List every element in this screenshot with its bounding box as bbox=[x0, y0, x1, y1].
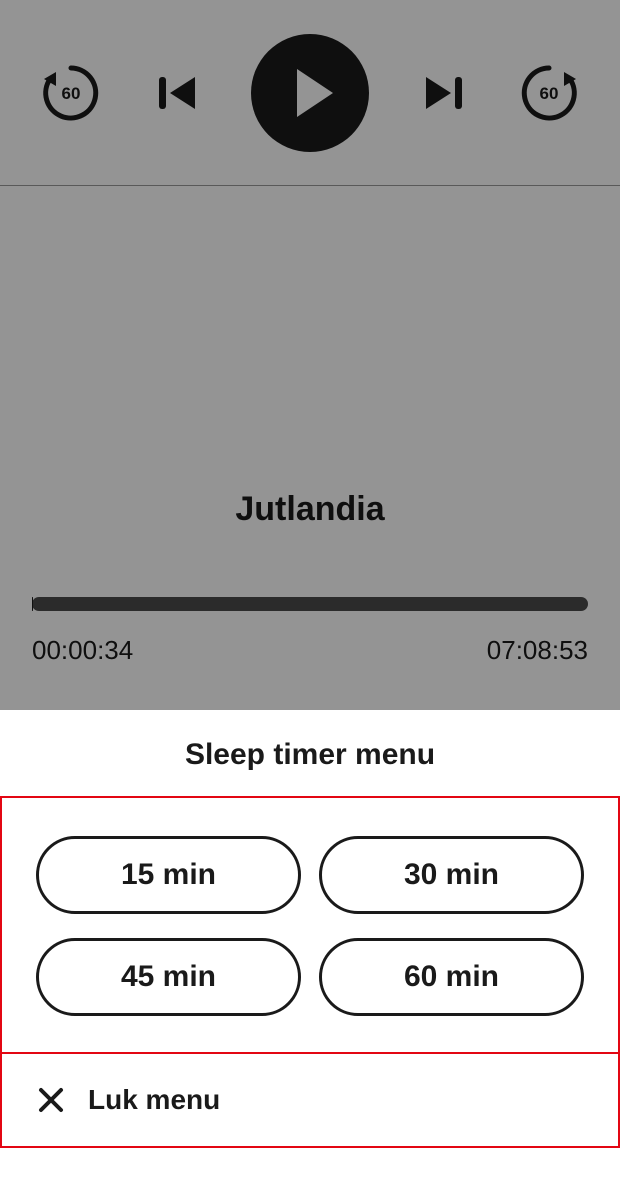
previous-track-button[interactable] bbox=[151, 67, 203, 119]
elapsed-time: 00:00:34 bbox=[32, 635, 133, 666]
rewind-icon: 60 bbox=[40, 62, 102, 124]
player-content: Jutlandia 00:00:34 07:08:53 bbox=[0, 186, 620, 710]
time-row: 00:00:34 07:08:53 bbox=[32, 635, 588, 666]
timer-option-45[interactable]: 45 min bbox=[36, 938, 301, 1016]
svg-text:60: 60 bbox=[540, 84, 559, 103]
next-track-button[interactable] bbox=[418, 67, 470, 119]
sleep-timer-sheet: Sleep timer menu 15 min 30 min 45 min 60… bbox=[0, 710, 620, 1148]
close-icon bbox=[36, 1085, 66, 1115]
progress-bar[interactable] bbox=[32, 597, 588, 611]
total-time: 07:08:53 bbox=[487, 635, 588, 666]
player-controls-bar: 60 60 bbox=[0, 0, 620, 186]
timer-option-30[interactable]: 30 min bbox=[319, 836, 584, 914]
rewind-60-button[interactable]: 60 bbox=[40, 62, 102, 124]
play-button[interactable] bbox=[251, 34, 369, 152]
play-icon bbox=[297, 69, 333, 117]
forward-60-button[interactable]: 60 bbox=[518, 62, 580, 124]
close-menu-label: Luk menu bbox=[88, 1084, 220, 1116]
svg-text:60: 60 bbox=[62, 84, 81, 103]
timer-options-container: 15 min 30 min 45 min 60 min bbox=[0, 796, 620, 1054]
sheet-title: Sleep timer menu bbox=[0, 710, 620, 796]
skip-previous-icon bbox=[155, 71, 199, 115]
skip-next-icon bbox=[422, 71, 466, 115]
timer-option-60[interactable]: 60 min bbox=[319, 938, 584, 1016]
timer-option-15[interactable]: 15 min bbox=[36, 836, 301, 914]
track-title: Jutlandia bbox=[32, 490, 588, 529]
progress-fill bbox=[32, 597, 33, 611]
close-menu-button[interactable]: Luk menu bbox=[0, 1054, 620, 1148]
forward-icon: 60 bbox=[518, 62, 580, 124]
